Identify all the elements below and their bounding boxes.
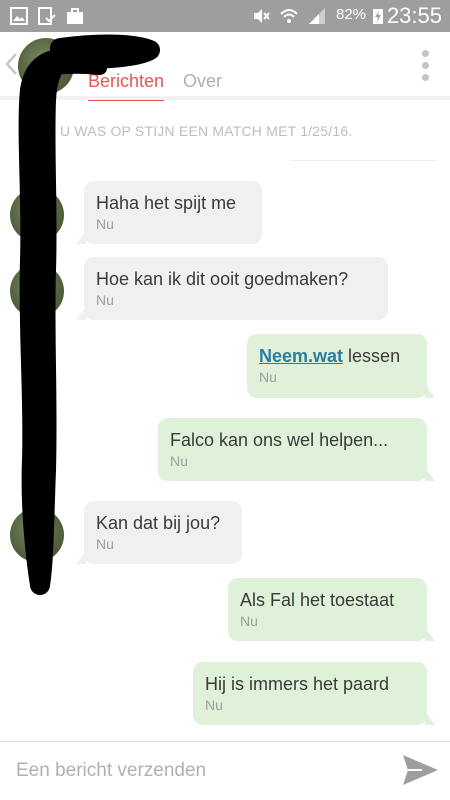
message-text: Haha het spijt me xyxy=(96,193,237,213)
briefcase-icon xyxy=(67,8,83,24)
header-divider xyxy=(0,96,450,100)
message-bubble-sent: Hij is immers het paard Nu xyxy=(193,662,435,725)
mute-icon xyxy=(254,9,270,23)
message-time: Nu xyxy=(96,292,114,308)
message-bubble-received: Haha het spijt me Nu xyxy=(76,181,262,244)
message-time: Nu xyxy=(170,453,188,469)
status-bar: 82% 23:55 xyxy=(0,0,450,32)
message-time: Nu xyxy=(205,697,223,713)
message-time: Nu xyxy=(96,536,114,552)
download-done-icon xyxy=(38,7,56,25)
signal-icon xyxy=(309,8,325,24)
message-text: Neem.wat lessen xyxy=(259,345,415,367)
message-text-rest: lessen xyxy=(343,346,401,366)
message-bubble-sent: Als Fal het toestaat Nu xyxy=(228,578,435,641)
match-divider xyxy=(290,160,436,161)
message-time: Nu xyxy=(259,369,277,385)
message-text: Hoe kan ik dit ooit goedmaken? xyxy=(96,269,349,289)
wifi-icon xyxy=(280,9,298,23)
message-link[interactable]: Neem.wat xyxy=(259,346,343,366)
gallery-icon xyxy=(10,7,28,25)
send-icon[interactable] xyxy=(400,750,440,790)
message-text: Falco kan ons wel helpen... xyxy=(170,430,389,450)
match-info: U WAS OP STIJN EEN MATCH MET 1/25/16. xyxy=(60,123,353,139)
chat-header: Berichten Over xyxy=(0,32,450,101)
message-text: Hij is immers het paard xyxy=(205,674,390,694)
battery-charging-icon xyxy=(373,9,383,24)
message-bubble-sent: Neem.wat lessen Nu xyxy=(247,334,435,398)
sender-avatar[interactable] xyxy=(10,508,64,562)
more-options-icon[interactable] xyxy=(422,50,430,82)
message-text: Als Fal het toestaat xyxy=(240,590,395,610)
battery-percent: 82% xyxy=(336,6,367,23)
message-text: Kan dat bij jou? xyxy=(96,513,221,533)
message-time: Nu xyxy=(96,216,114,232)
sender-avatar[interactable] xyxy=(10,188,64,242)
composer xyxy=(0,742,450,800)
message-bubble-sent: Falco kan ons wel helpen... Nu xyxy=(158,418,435,481)
chevron-left-icon[interactable] xyxy=(4,52,18,76)
message-bubble-received: Kan dat bij jou? Nu xyxy=(76,501,242,564)
contact-avatar[interactable] xyxy=(18,38,74,94)
message-bubble-received: Hoe kan ik dit ooit goedmaken? Nu xyxy=(76,257,388,320)
clock: 23:55 xyxy=(386,3,442,28)
message-input[interactable] xyxy=(14,754,378,788)
tab-about[interactable]: Over xyxy=(183,71,222,98)
sender-avatar[interactable] xyxy=(10,264,64,318)
message-time: Nu xyxy=(240,613,258,629)
